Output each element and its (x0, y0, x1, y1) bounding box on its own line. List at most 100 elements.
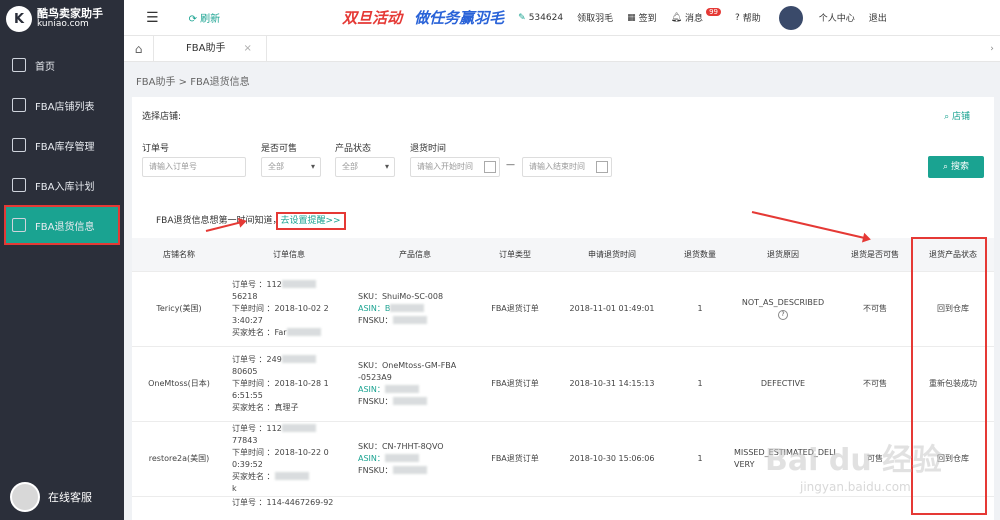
tab-scroll-right-icon[interactable]: › (984, 44, 1000, 54)
menu-toggle-icon[interactable]: ☰ (146, 10, 159, 26)
col-qty[interactable]: 退货数量 (672, 238, 728, 271)
order-time-cont: 3:40:27 (232, 315, 263, 325)
help-label: 帮助 (742, 14, 761, 24)
sidebar-item-label: FBA入库计划 (35, 181, 95, 193)
shop-list-icon (12, 98, 26, 112)
breadcrumb: FBA助手 > FBA退货信息 (136, 77, 250, 88)
order-type-cell: FBA退货订单 (478, 345, 552, 421)
home-tab-icon[interactable]: ⌂ (124, 35, 154, 62)
close-icon[interactable]: × (243, 36, 251, 62)
search-button[interactable]: ⌕ 搜索 (928, 156, 984, 178)
sellable-cell: 不可售 (838, 270, 912, 346)
order-time: 下单时间 ：2018-10-22 0 (232, 447, 329, 457)
calendar-icon[interactable] (596, 161, 608, 173)
sidebar-item-label: FBA库存管理 (35, 141, 95, 153)
shop-filter-link[interactable]: ⌕ 店铺 (944, 109, 970, 122)
refresh-label: 刷新 (200, 14, 221, 25)
feather-points: ✎ 534624 (518, 13, 563, 23)
help-icon: ? (734, 12, 740, 23)
asin-link[interactable]: ASIN：B (358, 304, 390, 313)
help-button[interactable]: ? 帮助 (734, 11, 761, 25)
asin-link[interactable]: ASIN： (358, 385, 385, 394)
sidebar-item-inventory[interactable]: FBA库存管理 (0, 125, 124, 165)
sellable-label: 是否可售 (261, 144, 298, 154)
product-info-cell: SKU：OneMtoss-GM-FBA -0523A9 ASIN： FNSKU： (352, 345, 478, 421)
col-product-info[interactable]: 产品信息 (352, 238, 478, 271)
sidebar-item-returns[interactable]: FBA退货信息 (4, 205, 120, 245)
fnsku: FNSKU： (358, 315, 393, 325)
fnsku: FNSKU： (358, 465, 393, 475)
reason-text: NOT_AS_DESCRIBED (741, 297, 825, 307)
table-row: 订单号 ：114-4467269-92 (132, 495, 994, 516)
order-info-cell: 订单号 ：112 77843 下单时间 ：2018-10-22 0 0:39:52 买家… (226, 420, 352, 496)
store-cell: OneMtoss(日本) (132, 345, 226, 421)
set-reminder-link[interactable]: 去设置提醒>> (275, 212, 346, 230)
refresh-button[interactable]: ⟳ 刷新 (189, 10, 221, 25)
store-cell: restore2a(美国) (132, 420, 226, 496)
col-order-type[interactable]: 订单类型 (478, 238, 552, 271)
inbound-icon (12, 178, 26, 192)
home-icon (12, 58, 26, 72)
return-icon (12, 218, 26, 232)
user-avatar[interactable] (778, 5, 803, 30)
start-date-input[interactable]: 请输入开始时间 (410, 157, 500, 177)
order-type-cell: FBA退货订单 (478, 270, 552, 346)
checkin-button[interactable]: ▦ 签到 (627, 11, 657, 25)
messages-button[interactable]: 🔔︎ 消息 99 (670, 7, 721, 24)
inventory-icon (12, 138, 26, 152)
reason-cell: NOT_AS_DESCRIBED? (728, 270, 838, 346)
user-center-link[interactable]: 个人中心 (819, 11, 855, 24)
checkin-label: 签到 (638, 14, 657, 24)
messages-label: 消息 (685, 14, 704, 24)
order-no-cont: 56218 (232, 291, 258, 301)
return-time-label: 退货时间 (410, 144, 447, 154)
order-no: 订单号 ：249 (232, 354, 282, 364)
order-no-cont: 77843 (232, 435, 258, 445)
col-reason[interactable]: 退货原因 (728, 238, 838, 271)
table-row: Tericy(美国) 订单号 ：112 56218 下单时间 ：2018-10-02… (132, 270, 994, 346)
sidebar-item-label: FBA店铺列表 (35, 101, 95, 113)
status-select[interactable]: 全部 (335, 157, 395, 177)
order-no: 订单号 ：114-4467269-92 (232, 497, 334, 507)
order-no-input[interactable]: 请输入订单号 (142, 157, 246, 177)
question-icon[interactable]: ? (778, 309, 788, 320)
apply-time-cell: 2018-11-01 01:49:01 (552, 270, 672, 346)
fnsku: FNSKU： (358, 396, 393, 406)
product-info-cell: SKU：CN-7HHT-8QVO ASIN： FNSKU： (352, 420, 478, 496)
reason-cell: DEFECTIVE (728, 345, 838, 421)
buyer-name: 买家姓名 ： (232, 471, 275, 481)
col-order-info[interactable]: 订单信息 (226, 238, 352, 271)
sku: SKU：OneMtoss-GM-FBA (358, 360, 457, 370)
sku: SKU：CN-7HHT-8QVO (358, 441, 444, 451)
asin-link[interactable]: ASIN： (358, 454, 385, 463)
order-no: 订单号 ：112 (232, 423, 282, 433)
sidebar-item-home[interactable]: 首页 (0, 45, 124, 85)
end-date-input[interactable]: 请输入结束时间 (522, 157, 612, 177)
buyer-name-cont: k (232, 483, 237, 493)
status-label: 产品状态 (335, 144, 372, 154)
order-time: 下单时间 ：2018-10-28 1 (232, 378, 329, 388)
sellable-select[interactable]: 全部 (261, 157, 321, 177)
logout-link[interactable]: 退出 (869, 11, 887, 24)
app-logo[interactable]: K 酷鸟卖家助手 kuniao.com (0, 0, 124, 38)
sidebar-item-label: 首页 (35, 61, 55, 73)
col-store[interactable]: 店铺名称 (132, 238, 226, 271)
order-no: 订单号 ：112 (232, 279, 282, 289)
feather-icon: ✎ (518, 12, 526, 23)
tab-fba-assistant[interactable]: FBA助手 × (154, 35, 267, 62)
col-apply-time[interactable]: 申请退货时间 (552, 238, 672, 271)
order-info-cell: 订单号 ：249 80605 下单时间 ：2018-10-28 1 6:51:55 买家… (226, 345, 352, 421)
qty-cell: 1 (672, 345, 728, 421)
promo-banner-holiday[interactable]: 双旦活动 (342, 7, 402, 28)
promo-banner-tasks[interactable]: 做任务赢羽毛 (414, 7, 504, 28)
col-sellable[interactable]: 退货是否可售 (838, 238, 912, 271)
calendar-icon[interactable] (484, 161, 496, 173)
online-support[interactable]: 在线客服 (10, 482, 92, 512)
sidebar-item-inbound[interactable]: FBA入库计划 (0, 165, 124, 205)
bell-icon: 🔔︎ (670, 12, 683, 23)
product-info-cell: SKU：ShuiMo-SC-008 ASIN：B FNSKU： (352, 270, 478, 346)
qty-cell: 1 (672, 270, 728, 346)
order-no-label: 订单号 (142, 144, 170, 154)
sidebar-item-shop-list[interactable]: FBA店铺列表 (0, 85, 124, 125)
get-feather-link[interactable]: 领取羽毛 (577, 11, 613, 24)
